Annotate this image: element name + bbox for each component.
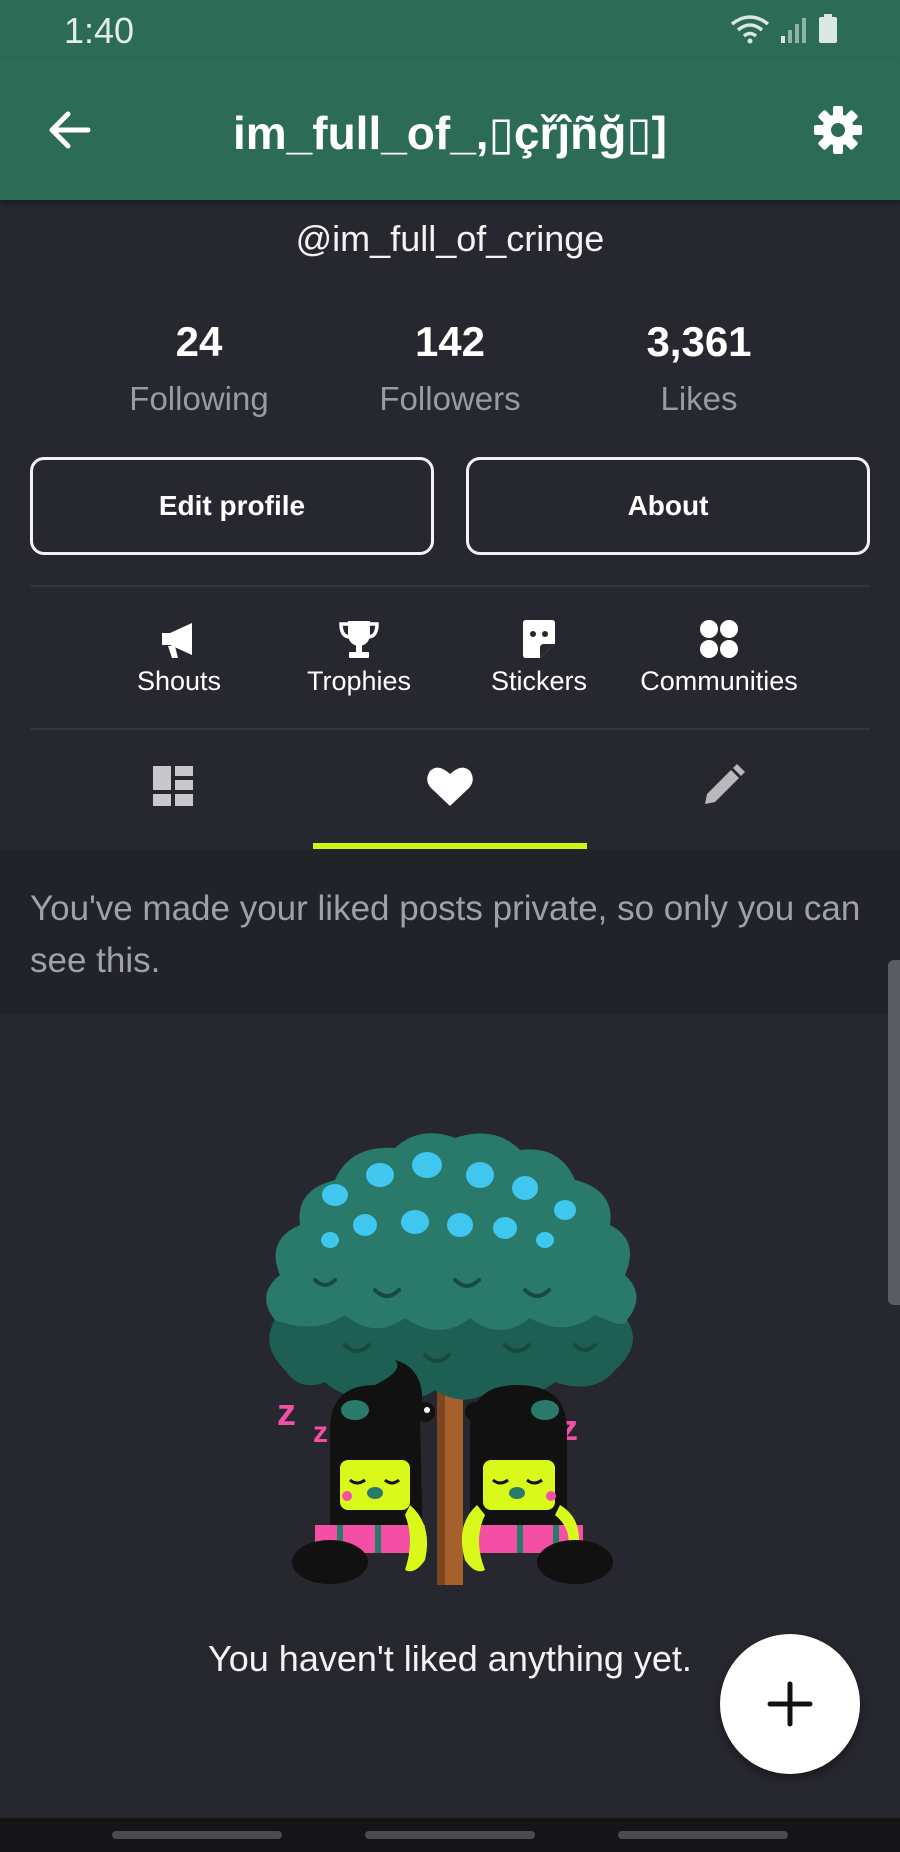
stat-label: Following xyxy=(129,380,269,417)
create-post-button[interactable] xyxy=(720,1634,860,1774)
status-time: 1:40 xyxy=(64,10,135,51)
tab-likes[interactable] xyxy=(422,760,482,812)
megaphone-icon xyxy=(162,623,192,658)
gear-icon xyxy=(814,106,862,154)
status-bar: 1:40 xyxy=(0,0,900,60)
shortcut-label: Trophies xyxy=(306,666,412,696)
settings-button[interactable] xyxy=(812,104,864,156)
divider xyxy=(30,728,870,730)
communities-icon xyxy=(700,620,738,658)
nav-home[interactable] xyxy=(365,1831,535,1839)
status-icons xyxy=(730,14,838,44)
posts-grid-icon xyxy=(153,766,193,806)
stat-value: 3,361 xyxy=(646,318,752,365)
nav-recent-apps[interactable] xyxy=(112,1831,282,1839)
edit-profile-button[interactable]: Edit profile xyxy=(30,457,434,555)
stat-label: Followers xyxy=(379,380,521,417)
shortcut-label: Shouts xyxy=(136,666,222,696)
shortcut-shouts[interactable]: Shouts xyxy=(94,618,264,697)
stat-label: Likes xyxy=(660,380,738,417)
stat-value: 142 xyxy=(414,318,486,365)
divider xyxy=(30,585,870,587)
pencil-icon xyxy=(705,764,745,804)
stat-value: 24 xyxy=(175,318,223,365)
wifi-icon xyxy=(730,15,770,44)
nav-back[interactable] xyxy=(618,1831,788,1839)
shortcut-trophies[interactable]: Trophies xyxy=(274,618,444,697)
svg-text:z: z xyxy=(277,1392,296,1434)
heart-icon xyxy=(427,767,473,806)
system-nav-bar xyxy=(0,1818,900,1852)
page-title: im_full_of_,▯çřĵñğ▯] xyxy=(232,107,667,159)
shortcut-communities[interactable]: Communities xyxy=(634,618,804,697)
plus-icon xyxy=(767,1681,813,1727)
stat-likes[interactable]: 3,361 Likes xyxy=(574,318,824,418)
app-bar: im_full_of_,▯çřĵñğ▯] xyxy=(0,60,900,200)
notice-text: You've made your liked posts private, so… xyxy=(30,889,861,980)
sticker-icon xyxy=(523,620,555,658)
privacy-notice: You've made your liked posts private, so… xyxy=(0,849,900,1014)
trophy-icon xyxy=(339,621,379,658)
battery-icon xyxy=(819,14,837,43)
stat-following[interactable]: 24 Following xyxy=(74,318,324,418)
shortcut-stickers[interactable]: Stickers xyxy=(454,618,624,697)
tab-posts[interactable] xyxy=(147,760,207,812)
profile-handle: @im_full_of_cringe xyxy=(295,218,605,259)
tab-drafts[interactable] xyxy=(697,760,757,812)
scrollbar[interactable] xyxy=(888,960,900,1305)
sleeping-under-tree-illustration: z z z xyxy=(266,1133,637,1585)
signal-icon xyxy=(781,18,806,43)
back-button[interactable] xyxy=(44,104,96,156)
svg-text:z: z xyxy=(313,1416,328,1449)
shortcut-label: Communities xyxy=(640,666,798,696)
back-arrow-icon xyxy=(49,111,91,149)
shortcut-label: Stickers xyxy=(490,666,588,696)
about-button[interactable]: About xyxy=(466,457,870,555)
stat-followers[interactable]: 142 Followers xyxy=(325,318,575,418)
